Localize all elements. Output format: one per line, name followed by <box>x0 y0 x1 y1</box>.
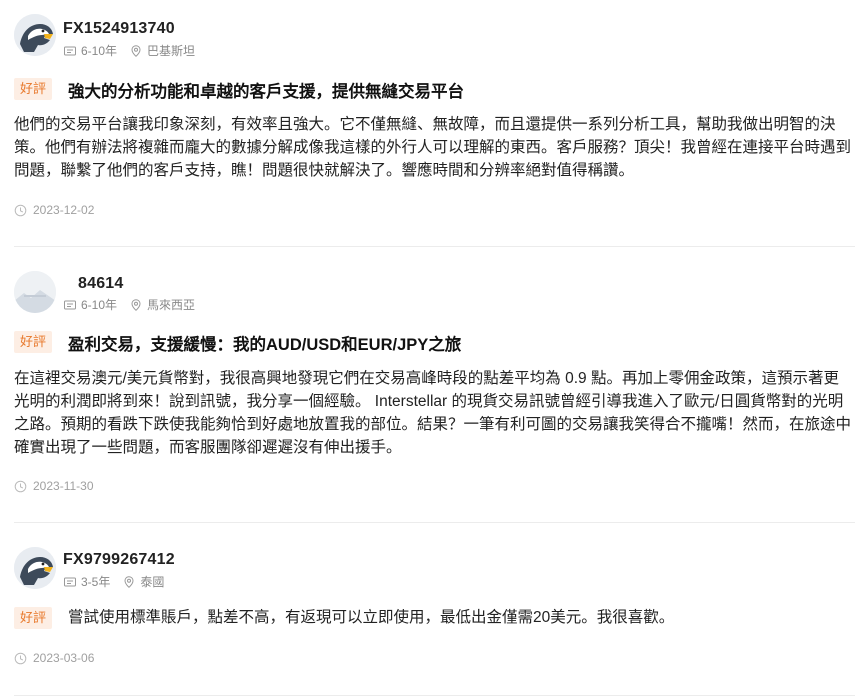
rating-badge: 好評 <box>14 78 53 100</box>
clock-icon <box>14 480 27 493</box>
experience-text: 6-10年 <box>81 44 118 58</box>
clock-icon <box>14 652 27 665</box>
review-body: 他們的交易平台讓我印象深刻，有效率且強大。它不僅無縫、無故障，而且還提供一系列分… <box>14 116 852 179</box>
location-pin-icon <box>122 575 136 589</box>
review-card: FX9799267412 3-5年 泰國 好評 嘗試使用標準賬戶，點差不高，有返… <box>0 523 865 696</box>
review-body: 嘗試使用標準賬戶，點差不高，有返現可以立即使用，最低出金僅需20美元。我很喜歡。 <box>68 609 675 626</box>
id-card-icon <box>63 44 77 58</box>
user-meta: 6-10年 馬來西亞 <box>63 296 195 313</box>
username[interactable]: FX9799267412 <box>63 551 175 569</box>
experience-text: 3-5年 <box>81 575 111 589</box>
avatar[interactable] <box>14 547 56 589</box>
id-card-icon <box>63 298 77 312</box>
rating-badge: 好評 <box>14 331 53 353</box>
location-text: 馬來西亞 <box>147 298 196 312</box>
username[interactable]: 84614 <box>78 275 124 293</box>
review-body: 在這裡交易澳元/美元貨幣對，我很高興地發現它們在交易高峰時段的點差平均為 0.9… <box>14 370 852 456</box>
eagle-icon <box>14 547 56 589</box>
review-title: 強大的分析功能和卓越的客戶支援，提供無縫交易平台 <box>68 83 464 101</box>
user-meta: 3-5年 泰國 <box>63 573 164 590</box>
username[interactable]: FX1524913740 <box>63 20 175 38</box>
avatar[interactable] <box>14 271 56 313</box>
date-text: 2023-12-02 <box>33 203 95 217</box>
clock-icon <box>14 204 27 217</box>
rating-badge: 好評 <box>14 607 53 629</box>
review-date: 2023-03-06 <box>14 651 94 665</box>
eagle-icon <box>14 14 56 56</box>
location-pin-icon <box>129 298 143 312</box>
review-title: 盈利交易，支援緩慢：我的AUD/USD和EUR/JPY之旅 <box>68 336 462 354</box>
review-date: 2023-11-30 <box>14 479 94 493</box>
landscape-avatar-icon <box>14 271 56 313</box>
review-card: 84614 6-10年 馬來西亞 好評 盈利交易，支援緩慢：我的AUD/USD和… <box>0 247 865 523</box>
location-pin-icon <box>129 44 143 58</box>
id-card-icon <box>63 575 77 589</box>
review-card: FX1524913740 6-10年 巴基斯坦 好評 強大的分析功能和卓越的客戶… <box>0 0 865 247</box>
date-text: 2023-03-06 <box>33 651 95 665</box>
user-meta: 6-10年 巴基斯坦 <box>63 42 195 59</box>
location-text: 巴基斯坦 <box>147 44 196 58</box>
review-date: 2023-12-02 <box>14 203 94 217</box>
avatar[interactable] <box>14 14 56 56</box>
date-text: 2023-11-30 <box>33 479 94 493</box>
experience-text: 6-10年 <box>81 298 118 312</box>
location-text: 泰國 <box>140 575 165 589</box>
